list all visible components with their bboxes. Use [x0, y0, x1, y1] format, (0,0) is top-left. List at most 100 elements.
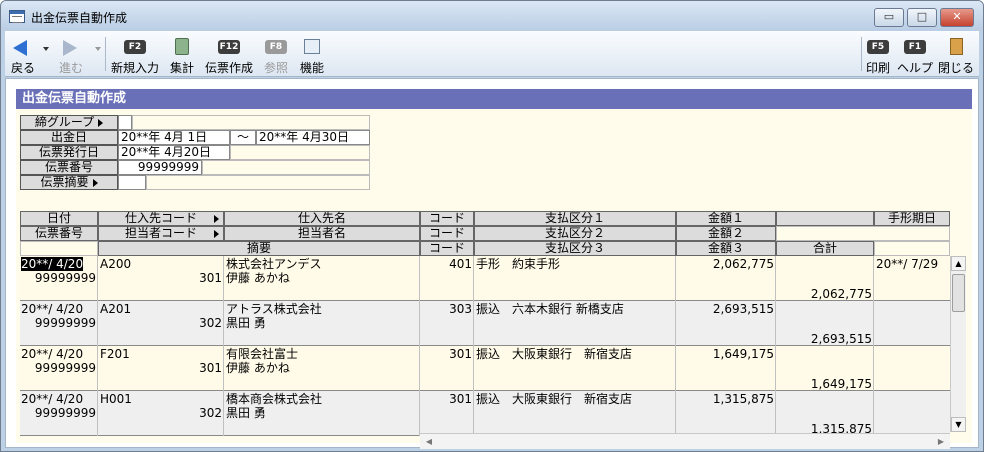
col-staff-name: 担当者名	[224, 226, 420, 241]
reference-button[interactable]: F8 参照	[259, 34, 293, 75]
col-payment-3: 支払区分３	[474, 241, 676, 256]
header-spacer	[776, 226, 950, 241]
chevron-down-icon[interactable]	[95, 47, 101, 51]
row-amount: 2,693,515	[712, 302, 774, 316]
table-row[interactable]: 20**/ 4/20 99999999 A201 302 アトラス株式会社 黒田…	[20, 301, 950, 346]
row-supplier-code: A201	[100, 302, 132, 316]
slip-number-label: 伝票番号	[20, 160, 118, 175]
section-title: 出金伝票自動作成	[16, 89, 972, 109]
maximize-button[interactable]: □	[907, 8, 937, 27]
slip-number-spacer	[202, 160, 370, 175]
memo-code-field[interactable]	[118, 175, 146, 190]
content-area: 出金伝票自動作成 締グループ 出金日 20**年 4月 1日 ～ 20**年 4…	[16, 89, 972, 449]
col-staff-code[interactable]: 担当者コード	[98, 226, 224, 241]
col-code-2: コード	[420, 226, 474, 241]
minimize-button[interactable]: ▭	[874, 8, 904, 27]
col-amount-2: 金額２	[676, 226, 776, 241]
main-panel: 出金伝票自動作成 締グループ 出金日 20**年 4月 1日 ～ 20**年 4…	[5, 78, 979, 449]
back-arrow-icon	[13, 40, 27, 56]
group-label[interactable]: 締グループ	[20, 115, 118, 130]
scroll-right-icon[interactable]: ▶	[934, 435, 948, 449]
memo-text-field	[146, 175, 370, 190]
toolbar: 戻る 進む F2 新規入力 集計 F12 伝票作成 F8 参照 機能 F5 印刷…	[5, 31, 979, 77]
row-date: 20**/ 4/20	[21, 302, 84, 316]
scroll-left-icon[interactable]: ◀	[422, 435, 436, 449]
title-bar: 出金伝票自動作成 ▭ □ ✕	[1, 1, 983, 31]
row-supplier-name: 有限会社富士	[226, 347, 299, 361]
col-payment-1: 支払区分１	[474, 211, 676, 226]
app-window: 出金伝票自動作成 ▭ □ ✕ 戻る 進む F2 新規入力 集計 F12 伝票作成	[0, 0, 984, 452]
issue-date-field[interactable]: 20**年 4月20日	[118, 145, 230, 160]
header-row-1: 日付 仕入先コード 仕入先名 コード 支払区分１ 金額１ 手形期日	[20, 211, 950, 226]
row-supplier-name: アトラス株式会社	[226, 302, 322, 316]
date-label: 出金日	[20, 130, 118, 145]
row-slip-number: 99999999	[34, 271, 96, 285]
group-code-field[interactable]	[118, 115, 132, 130]
col-supplier-name: 仕入先名	[224, 211, 420, 226]
forward-arrow-icon	[63, 40, 77, 56]
row-total: 2,062,775	[810, 287, 872, 301]
row-code: 303	[449, 302, 472, 316]
create-slip-button[interactable]: F12 伝票作成	[203, 34, 255, 75]
table-row[interactable]: 20**/ 4/20 99999999 F201 301 有限会社富士 伊藤 あ…	[20, 346, 950, 391]
toolbar-separator	[861, 37, 862, 71]
f12-key-icon: F12	[218, 40, 240, 54]
triangle-right-icon	[214, 230, 219, 238]
row-payment: 手形 約束手形	[476, 257, 561, 271]
group-name-field	[132, 115, 370, 130]
close-button[interactable]: 閉じる	[937, 34, 975, 75]
date-from-field[interactable]: 20**年 4月 1日	[118, 130, 230, 145]
issue-date-spacer	[230, 145, 370, 160]
function-button[interactable]: 機能	[295, 34, 329, 75]
col-code: コード	[420, 211, 474, 226]
app-icon	[9, 10, 25, 23]
close-window-button[interactable]: ✕	[940, 8, 974, 27]
scroll-thumb[interactable]	[952, 274, 965, 312]
forward-button[interactable]: 進む	[55, 34, 101, 75]
chevron-down-icon[interactable]	[43, 47, 49, 51]
col-slip-number: 伝票番号	[20, 226, 98, 241]
row-code: 301	[449, 347, 472, 361]
row-due-date: 20**/ 7/29	[876, 257, 939, 271]
horizontal-scrollbar[interactable]: ◀ ▶	[420, 433, 950, 449]
header-spacer	[874, 241, 950, 256]
triangle-right-icon	[98, 118, 104, 127]
row-supplier-code: H001	[100, 392, 132, 406]
header-spacer	[20, 241, 98, 256]
row-staff-name: 黒田 勇	[226, 316, 266, 330]
exit-icon	[950, 38, 963, 55]
date-to-field[interactable]: 20**年 4月30日	[256, 130, 370, 145]
row-date: 20**/ 4/20	[21, 347, 84, 361]
slip-number-field[interactable]: 99999999	[118, 160, 202, 175]
row-staff-code: 302	[199, 406, 222, 420]
row-slip-number: 99999999	[34, 361, 96, 375]
row-payment: 振込 大阪東銀行 新宿支店	[476, 347, 633, 361]
date-range-separator: ～	[230, 130, 256, 145]
window-title: 出金伝票自動作成	[31, 11, 128, 25]
slip-grid: 日付 仕入先コード 仕入先名 コード 支払区分１ 金額１ 手形期日 伝票番号 担…	[20, 211, 966, 449]
row-staff-name: 黒田 勇	[226, 406, 266, 420]
new-input-button[interactable]: F2 新規入力	[109, 34, 161, 75]
row-supplier-name: 橋本商会株式会社	[226, 392, 323, 406]
col-supplier-code[interactable]: 仕入先コード	[98, 211, 224, 226]
help-button[interactable]: F1 ヘルプ	[895, 34, 935, 75]
col-date: 日付	[20, 211, 98, 226]
scroll-up-icon[interactable]: ▲	[951, 256, 966, 271]
back-button[interactable]: 戻る	[7, 34, 49, 75]
col-due-date: 手形期日	[874, 211, 950, 226]
memo-label[interactable]: 伝票摘要	[20, 175, 118, 190]
row-slip-number: 99999999	[34, 316, 96, 330]
print-button[interactable]: F5 印刷	[863, 34, 893, 75]
table-row[interactable]: 20**/ 4/20 99999999 A200 301 株式会社アンデス 伊藤…	[20, 256, 950, 301]
col-blank	[776, 211, 874, 226]
total-button[interactable]: 集計	[165, 34, 199, 75]
row-date[interactable]: 20**/ 4/20	[21, 257, 84, 271]
triangle-right-icon	[92, 178, 98, 187]
scroll-down-icon[interactable]: ▼	[951, 417, 966, 432]
row-supplier-code: A200	[100, 257, 132, 271]
f5-key-icon: F5	[867, 40, 889, 54]
table-row[interactable]: 20**/ 4/20 99999999 H001 302 橋本商会株式会社 黒田…	[20, 391, 950, 436]
vertical-scrollbar[interactable]: ▲ ▼	[950, 256, 966, 432]
row-total: 1,649,175	[810, 377, 872, 391]
row-staff-name: 伊藤 あかね	[226, 361, 290, 375]
